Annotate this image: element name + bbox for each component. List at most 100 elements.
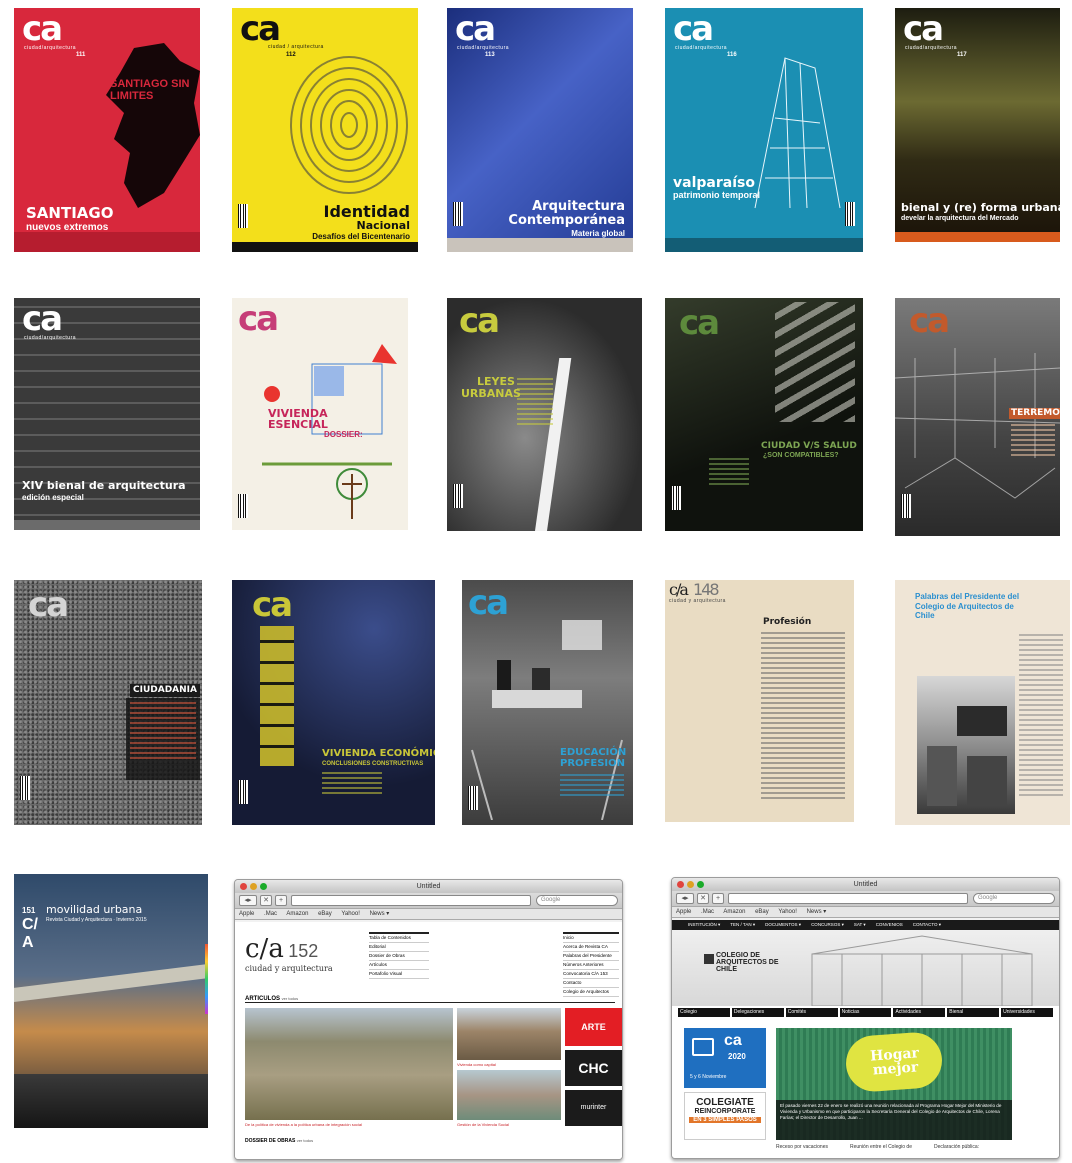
nav-item[interactable]: CONCURSOS ▾ [811,920,844,930]
cover-148[interactable]: c/a 148 ciudad y arquitectura Profesión [665,580,854,822]
see-all-link[interactable]: ver todos [297,1138,313,1143]
back-forward-button[interactable]: ◂▸ [676,893,694,904]
menu-item[interactable]: Acerca de Revista CA [563,943,619,952]
bookmark-item[interactable]: Apple [676,909,691,915]
cover-125[interactable]: ca EDUCACIÓN PROFESION [462,580,633,825]
menu-item[interactable]: Palabras del Presidente [563,952,619,961]
cover-111[interactable]: ca ciudad/arquitectura 111 SANTIAGO SIN … [14,8,200,252]
news-item[interactable]: Reunión entre el Colegio de [850,1144,912,1150]
tab[interactable]: Delegaciones [731,1008,784,1017]
barcode [671,486,681,510]
nav-item[interactable]: CONVENIOS [876,920,903,930]
nav-item[interactable]: CONTACTO ▾ [913,920,941,930]
ad-chc[interactable]: CHC [565,1050,622,1086]
ad-arte-nostra[interactable]: ARTE NOSTRA [565,1008,622,1070]
stop-button[interactable]: ✕ [260,895,272,906]
bookmark-item[interactable]: Amazon [286,911,308,917]
close-button[interactable] [240,883,247,890]
menu-item[interactable]: Inicio [563,934,619,943]
menu-item[interactable]: Convocatoria C/A 153 [563,970,619,979]
cover-logo: ca [673,9,714,49]
cover-121[interactable]: ca CIUDAD V/S SALUD ¿SON COMPATIBLES? [665,298,863,531]
tab[interactable]: Universidades [1001,1008,1054,1017]
article-photo-2[interactable] [457,1008,561,1060]
add-bookmark-button[interactable]: + [712,893,724,904]
bookmark-item[interactable]: Yahoo! [778,909,797,915]
menu-item[interactable]: Editorial [369,943,429,952]
zoom-button[interactable] [260,883,267,890]
menu-item[interactable]: Dossier de Obras [369,952,429,961]
promo-colegiate[interactable]: COLEGIATE REINCORPORATE EN 3 SIMPLES PAS… [684,1092,766,1140]
cover-112[interactable]: ca ciudad / arquitectura 112 Identidad N… [232,8,418,252]
tab[interactable]: Noticias [839,1008,892,1017]
site-logo[interactable]: c/a 152 ciudad y arquitectura [245,934,333,973]
search-field[interactable]: Google [536,895,618,906]
add-bookmark-button[interactable]: + [275,895,287,906]
bookmark-item[interactable]: News ▾ [370,911,390,917]
cover-title: CIUDADANIA [130,684,200,697]
tab[interactable]: Comités [785,1008,838,1017]
minimize-button[interactable] [250,883,257,890]
nav-item[interactable]: INSTITUCIÓN ▾ [688,920,720,930]
hero-caption: El pasado viernes 22 de enero se realizó… [776,1100,1012,1140]
menu-item[interactable]: Tabla de Contenidos [369,934,429,943]
article-caption-1[interactable]: De la política de vivienda a la política… [245,1122,453,1127]
news-item[interactable]: Receso por vacaciones [776,1144,828,1150]
cover-120[interactable]: ca LEYES URBANAS [447,298,642,531]
menu-item[interactable]: Artículos [369,961,429,970]
cover-151[interactable]: 151 C/A movilidad urbana Revista Ciudad … [14,874,208,1128]
article-photo-3[interactable] [457,1070,561,1120]
bookmark-item[interactable]: News ▾ [807,909,827,915]
cover-117[interactable]: ca ciudad/arquitectura 117 bienal y (re)… [895,8,1060,242]
cover-122[interactable]: ca TERREMOTOS [895,298,1060,536]
cover-sublogo: ciudad/arquitectura [24,45,77,51]
minimize-button[interactable] [687,881,694,888]
close-button[interactable] [677,881,684,888]
window-graphic [260,626,294,766]
cover-149[interactable]: Palabras del Presidente del Colegio de A… [895,580,1070,825]
bookmark-item[interactable]: eBay [755,909,769,915]
org-name[interactable]: COLEGIO DE ARQUITECTOS DE CHILE [716,952,800,973]
cover-118[interactable]: ca ciudad/arquitectura XIV bienal de arq… [14,298,200,530]
tab[interactable]: Bienal [947,1008,1000,1017]
see-all-link[interactable]: ver todos [282,996,298,1001]
cover-116[interactable]: ca ciudad/arquitectura 116 valparaíso pa… [665,8,863,252]
bookmark-item[interactable]: Apple [239,911,254,917]
bookmark-item[interactable]: eBay [318,911,332,917]
zoom-button[interactable] [697,881,704,888]
bookmark-item[interactable]: Yahoo! [341,911,360,917]
bookmark-item[interactable]: Amazon [723,909,745,915]
menu-item[interactable]: Portafolio Visual [369,970,429,979]
cover-title: Profesión [763,617,812,627]
tab[interactable]: Colegio [678,1008,730,1017]
nav-item[interactable]: SAT ▾ [854,920,866,930]
article-caption-2[interactable]: Vivienda como capital [457,1062,496,1067]
menu-item[interactable]: Números Anteriores [563,961,619,970]
bookmark-item[interactable]: .Mac [701,909,714,915]
article-photo-1[interactable] [245,1008,453,1120]
issue-number: 117 [957,52,967,58]
hero-slide[interactable]: Hogar mejor El pasado viernes 22 de ener… [776,1028,1012,1140]
cover-strip [232,242,418,252]
nav-item[interactable]: TEN / TAN ▾ [730,920,755,930]
cover-119[interactable]: ca VIVIENDA ESENCIAL DOSSIER: [232,298,408,530]
building-photo-lines [927,706,1007,806]
ad-label: murinter DECOSTORE [571,1104,616,1147]
tab[interactable]: Actividades [893,1008,946,1017]
address-bar[interactable] [728,893,968,904]
address-bar[interactable] [291,895,531,906]
back-forward-button[interactable]: ◂▸ [239,895,257,906]
article-caption-3[interactable]: Gestión de la Vivienda Social [457,1122,509,1127]
nav-item[interactable]: DOCUMENTOS ▾ [765,920,801,930]
ad-murinter[interactable]: murinter DECOSTORE [565,1090,622,1147]
cover-113[interactable]: ca ciudad/arquitectura 113 Arquitectura … [447,8,633,252]
bookmark-item[interactable]: .Mac [264,911,277,917]
cover-123[interactable]: ca CIUDADANIA [14,580,202,825]
stop-button[interactable]: ✕ [697,893,709,904]
news-item[interactable]: Declaración pública: [934,1144,979,1150]
menu-item[interactable]: Contacto [563,979,619,988]
cover-124[interactable]: ca VIVIENDA ECONÓMICA CONCLUSIONES CONST… [232,580,435,825]
cover-logo: ca [240,9,281,49]
search-field[interactable]: Google [973,893,1055,904]
promo-ca2020[interactable]: ca 2020 5 y 6 Noviembre [684,1028,766,1088]
